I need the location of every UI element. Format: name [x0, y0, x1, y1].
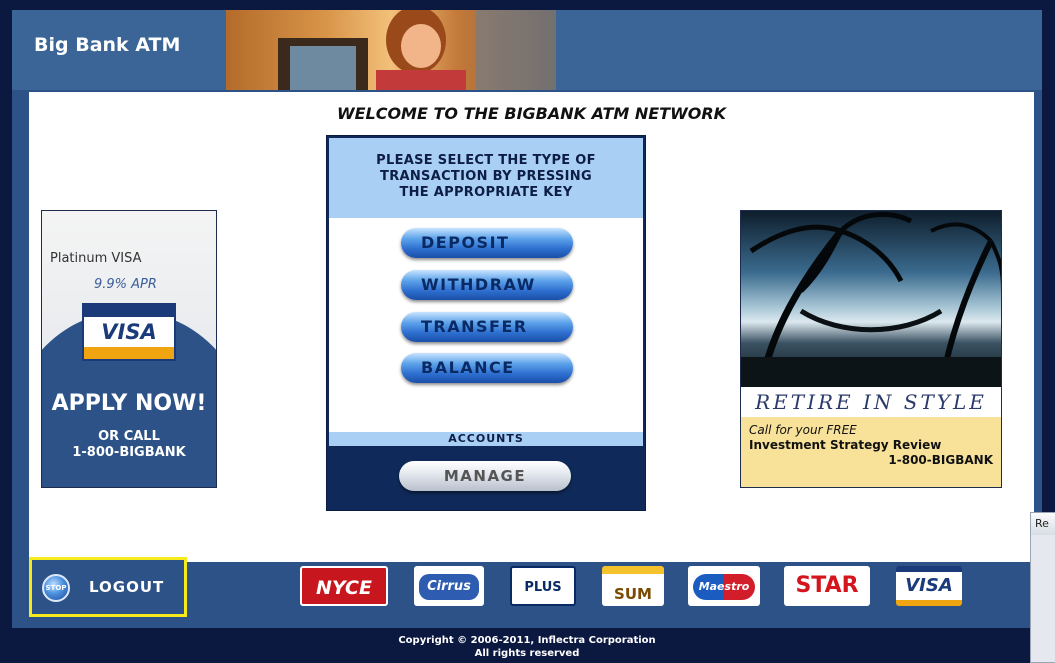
nyce-logo: NYCE — [300, 566, 388, 606]
sum-logo: SUM — [602, 566, 664, 606]
logout-label: LOGOUT — [89, 578, 165, 596]
star-logo: STAR — [784, 566, 870, 606]
balance-button[interactable]: BALANCE — [401, 353, 573, 383]
apply-now-label: APPLY NOW! — [51, 391, 207, 416]
overlapping-window-title: Re — [1031, 513, 1055, 535]
overlapping-window[interactable]: Re — [1030, 512, 1055, 663]
welcome-heading: WELCOME TO THE BIGBANK ATM NETWORK — [336, 104, 727, 123]
stop-icon: STOP — [42, 574, 70, 602]
manage-button[interactable]: MANAGE — [399, 461, 571, 491]
plus-logo: PLUS — [510, 566, 576, 606]
copyright-footer: Copyright © 2006-2011, Inflectra Corpora… — [12, 628, 1042, 663]
transaction-instructions: PLEASE SELECT THE TYPE OF TRANSACTION BY… — [329, 138, 643, 218]
beach-hammock-photo — [741, 211, 1001, 387]
atm-frame: Big Bank ATM WELCOME TO THE BIGBANK ATM … — [12, 10, 1042, 663]
visa-ad-line2: 9.9% APR — [94, 277, 157, 292]
cirrus-logo: Cirrus — [414, 566, 484, 606]
withdraw-button[interactable]: WITHDRAW — [401, 270, 573, 300]
retire-ad[interactable]: RETIRE IN STYLE Call for your FREE Inves… — [740, 210, 1002, 488]
visa-network-logo: VISA — [896, 566, 962, 606]
header-bar: Big Bank ATM — [12, 10, 1042, 90]
visa-ad-line1: Platinum VISA — [50, 251, 142, 266]
header-photo — [226, 10, 556, 90]
deposit-button[interactable]: DEPOSIT — [401, 228, 573, 258]
accounts-label: ACCOUNTS — [329, 432, 643, 446]
maestro-logo: Maestro — [688, 566, 760, 606]
transaction-panel: PLEASE SELECT THE TYPE OF TRANSACTION BY… — [326, 135, 646, 511]
logout-button[interactable]: STOP LOGOUT — [29, 557, 187, 617]
app-title: Big Bank ATM — [34, 34, 181, 56]
visa-ad[interactable]: Platinum VISA 9.9% APR VISA APPLY NOW! O… — [41, 210, 217, 488]
transfer-button[interactable]: TRANSFER — [401, 312, 573, 342]
retire-ad-title: RETIRE IN STYLE — [741, 387, 1001, 417]
retire-ad-info: Call for your FREE Investment Strategy R… — [741, 417, 1001, 487]
visa-call-text: OR CALL 1-800-BIGBANK — [72, 429, 186, 460]
main-content: WELCOME TO THE BIGBANK ATM NETWORK Plati… — [29, 92, 1034, 562]
transaction-buttons: DEPOSIT WITHDRAW TRANSFER BALANCE — [329, 218, 643, 432]
visa-card-text: VISA — [101, 320, 157, 344]
visa-card-logo: VISA — [82, 303, 176, 361]
